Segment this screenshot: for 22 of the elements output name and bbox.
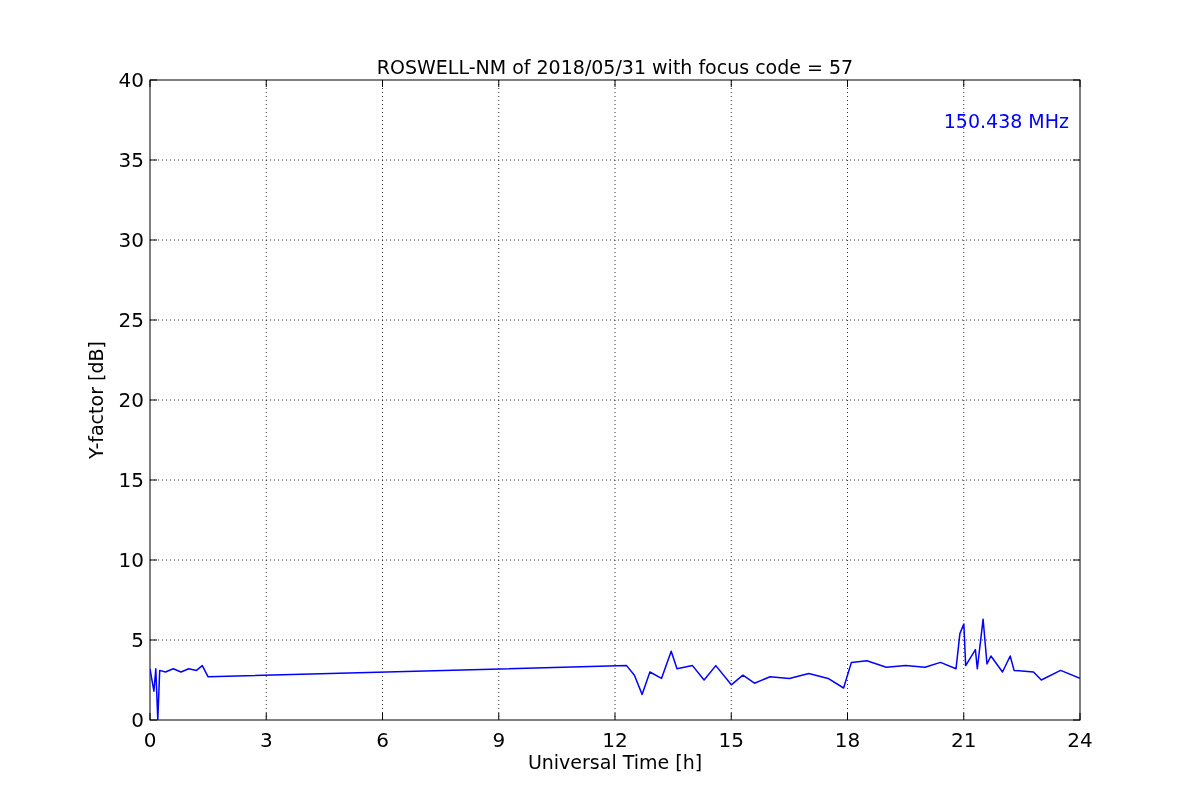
y-tick-label: 20	[118, 388, 144, 412]
x-tick-label: 21	[951, 728, 977, 752]
x-axis-label: Universal Time [h]	[527, 751, 703, 773]
x-tick-label: 9	[492, 728, 506, 752]
x-tick-label: 0	[143, 728, 157, 752]
y-tick-label: 25	[118, 308, 144, 332]
y-tick-label: 15	[118, 468, 144, 492]
x-tick-label: 15	[718, 728, 744, 752]
y-axis-label: Y-factor [dB]	[85, 341, 107, 459]
x-tick-label: 18	[834, 728, 861, 752]
series-label: 150.438 MHz	[943, 110, 1069, 132]
x-tick-label: 12	[602, 728, 628, 752]
chart-title: ROSWELL-NM of 2018/05/31 with focus code = 57	[376, 56, 854, 78]
y-tick-label: 0	[131, 708, 144, 732]
y-tick-label: 40	[118, 68, 144, 92]
y-tick-label: 35	[118, 148, 144, 172]
y-tick-label: 10	[118, 548, 144, 572]
x-tick-label: 24	[1067, 728, 1093, 752]
x-tick-label: 6	[376, 728, 389, 752]
y-tick-label: 5	[131, 628, 144, 652]
y-tick-label: 30	[118, 228, 144, 252]
x-tick-label: 3	[259, 728, 273, 752]
